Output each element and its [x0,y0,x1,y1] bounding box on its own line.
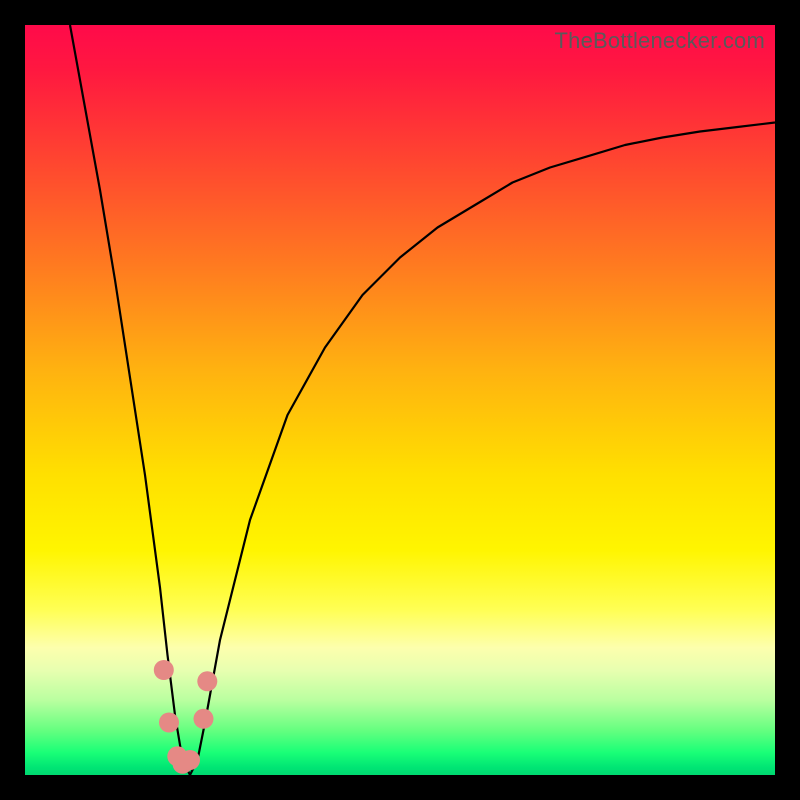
source-credit: TheBottlenecker.com [555,28,765,54]
highlight-dot [180,750,200,770]
highlight-dot [154,660,174,680]
highlight-dot [194,709,214,729]
curve-layer [25,25,775,775]
plot-area: TheBottlenecker.com [25,25,775,775]
highlight-dot [197,671,217,691]
chart-frame: TheBottlenecker.com [0,0,800,800]
bottleneck-curve [70,25,775,775]
highlight-dot [159,713,179,733]
